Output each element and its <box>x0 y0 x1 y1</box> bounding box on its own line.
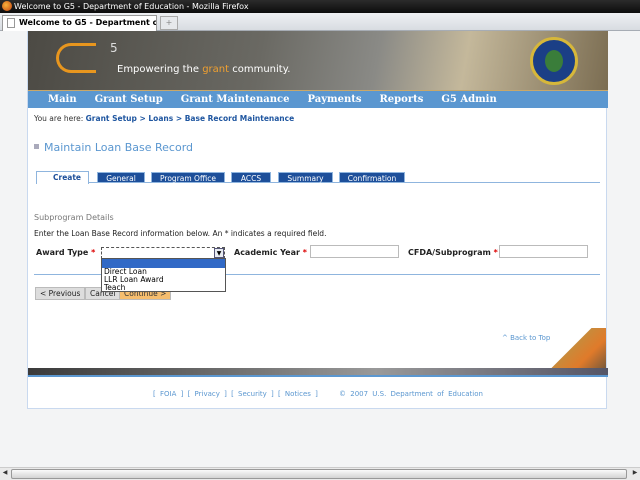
scroll-right-icon[interactable]: ▶ <box>630 469 640 476</box>
breadcrumb-loans[interactable]: Loans <box>148 114 173 123</box>
academic-year-input[interactable] <box>310 245 399 258</box>
browser-tab-bar: Welcome to G5 - Department of Edu... + <box>0 13 640 31</box>
tab-general[interactable]: General <box>97 172 145 183</box>
department-seal <box>530 37 578 85</box>
tagline-post: community. <box>229 64 291 75</box>
footer-foia[interactable]: FOIA <box>160 390 176 398</box>
scrollbar-thumb[interactable] <box>11 469 627 479</box>
tagline-accent: grant <box>202 64 230 75</box>
nav-g5-admin[interactable]: G5 Admin <box>441 91 496 108</box>
previous-button[interactable]: < Previous <box>35 287 86 300</box>
page-title-text: Maintain Loan Base Record <box>44 141 193 154</box>
banner: 5 Empowering the grant community. <box>28 31 608 90</box>
page-container: 5 Empowering the grant community. Main G… <box>27 31 608 409</box>
breadcrumb-grant-setup[interactable]: Grant Setup <box>86 114 137 123</box>
main-nav: Main Grant Setup Grant Maintenance Payme… <box>28 90 608 108</box>
instructions: Enter the Loan Base Record information b… <box>34 229 327 238</box>
footer-notices[interactable]: Notices <box>285 390 311 398</box>
nav-payments[interactable]: Payments <box>307 91 361 108</box>
required-mark: * <box>302 248 307 257</box>
award-type-dropdown: Direct Loan LLR Loan Award Teach <box>101 258 226 292</box>
footer-security[interactable]: Security <box>238 390 267 398</box>
breadcrumb-sep: > <box>136 114 149 123</box>
footer: [ FOIA ] [ Privacy ] [ Security ] [ Noti… <box>153 390 483 398</box>
tab-confirmation[interactable]: Confirmation <box>339 172 405 183</box>
tab-strip: Create General Program Office ACCS Summa… <box>36 171 600 184</box>
window-title-bar: Welcome to G5 - Department of Education … <box>0 0 640 13</box>
chevron-down-icon[interactable]: ▼ <box>214 248 224 258</box>
horizontal-scrollbar[interactable]: ◀ ▶ <box>0 467 640 480</box>
cfda-label: CFDA/Subprogram * <box>408 248 498 257</box>
award-type-label-text: Award Type <box>36 248 89 257</box>
firefox-icon <box>2 1 12 11</box>
tagline: Empowering the grant community. <box>117 64 290 75</box>
g5-logo <box>56 43 96 73</box>
breadcrumb-current[interactable]: Base Record Maintenance <box>185 114 294 123</box>
tab-accs[interactable]: ACCS <box>231 172 271 183</box>
nav-grant-setup[interactable]: Grant Setup <box>95 91 163 108</box>
nav-reports[interactable]: Reports <box>380 91 424 108</box>
back-to-top-link[interactable]: ^ Back to Top <box>502 334 550 342</box>
footer-privacy[interactable]: Privacy <box>195 390 220 398</box>
page-title: Maintain Loan Base Record <box>34 141 193 154</box>
nav-main[interactable]: Main <box>48 91 77 108</box>
breadcrumb-sep: > <box>173 114 185 123</box>
title-bullet-icon <box>34 144 39 149</box>
scroll-left-icon[interactable]: ◀ <box>0 469 10 476</box>
required-mark: * <box>91 248 96 257</box>
tab-summary[interactable]: Summary <box>278 172 333 183</box>
g5-logo-sup: 5 <box>110 41 118 55</box>
tab-create[interactable]: Create <box>36 171 89 184</box>
award-type-label: Award Type * <box>36 248 95 257</box>
option-teach[interactable]: Teach <box>102 284 225 292</box>
new-tab-button[interactable]: + <box>160 16 178 30</box>
academic-year-label-text: Academic Year <box>234 248 300 257</box>
window-title: Welcome to G5 - Department of Education … <box>14 2 249 11</box>
tab-program-office[interactable]: Program Office <box>151 172 225 183</box>
tagline-pre: Empowering the <box>117 64 203 75</box>
nav-grant-maintenance[interactable]: Grant Maintenance <box>181 91 290 108</box>
required-mark: * <box>493 248 498 257</box>
browser-tab-label: Welcome to G5 - Department of Edu... <box>19 18 156 27</box>
cfda-label-text: CFDA/Subprogram <box>408 248 491 257</box>
footer-copyright: © 2007 U.S. Department of Education <box>339 390 483 398</box>
footer-strip <box>28 368 608 377</box>
breadcrumb-prefix: You are here: <box>34 114 84 123</box>
page-icon <box>7 18 15 28</box>
academic-year-label: Academic Year * <box>234 248 307 257</box>
browser-tab[interactable]: Welcome to G5 - Department of Edu... <box>2 15 157 31</box>
breadcrumb: You are here: Grant Setup > Loans > Base… <box>34 114 294 123</box>
section-heading: Subprogram Details <box>34 213 114 222</box>
classroom-image <box>546 328 606 368</box>
cfda-input[interactable] <box>499 245 588 258</box>
